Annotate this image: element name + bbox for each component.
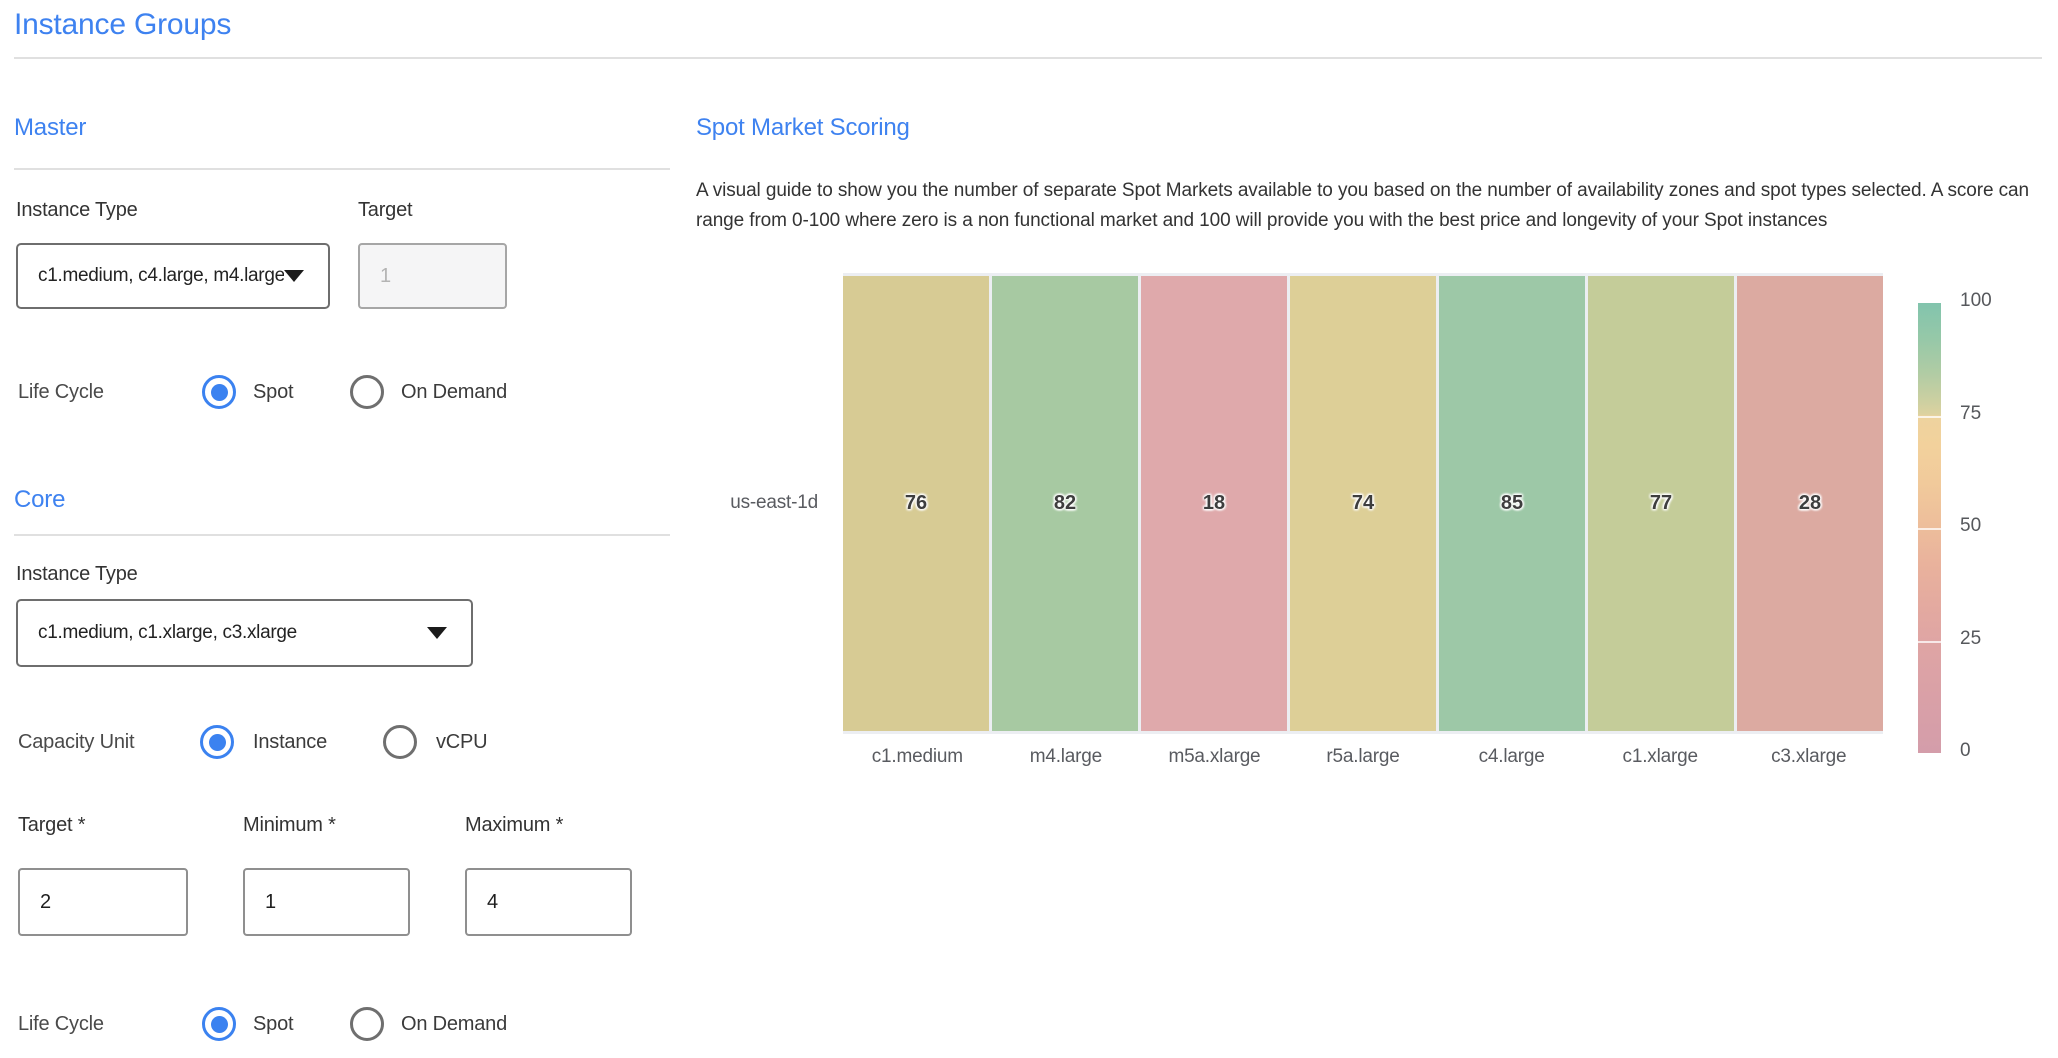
heatmap-x-label-r5a.large: r5a.large xyxy=(1289,746,1438,768)
master-life-cycle-label: Life Cycle xyxy=(18,381,104,404)
heatmap-cell-value: 18 xyxy=(1203,492,1225,515)
heatmap-cell-value: 85 xyxy=(1501,492,1523,515)
master-target-label: Target xyxy=(358,199,412,222)
master-instance-type-dropdown[interactable]: c1.medium, c4.large, m4.large, … xyxy=(16,243,330,309)
colorbar-ticks: 1007550250 xyxy=(1960,303,2020,753)
colorbar-separator xyxy=(1918,416,1941,418)
heatmap-cell-value: 74 xyxy=(1352,492,1374,515)
heatmap-cell-value: 76 xyxy=(905,492,927,515)
spot-market-scoring-description: A visual guide to show you the number of… xyxy=(696,176,2042,236)
master-divider xyxy=(14,168,670,170)
core-capacity-unit-label: Capacity Unit xyxy=(18,731,134,754)
heatmap-cell-value: 28 xyxy=(1799,492,1821,515)
heatmap-cell-r5a.large[interactable]: 74 xyxy=(1290,276,1436,731)
spot-market-heatmap: 76 82 18 74 85 77 28 xyxy=(843,273,1883,734)
radio-dot xyxy=(209,734,226,751)
title-divider xyxy=(14,57,2042,59)
core-maximum-label: Maximum * xyxy=(465,814,563,837)
heatmap-x-label-c1.xlarge: c1.xlarge xyxy=(1586,746,1735,768)
heatmap-row-label: us-east-1d xyxy=(690,492,818,514)
colorbar-tick-50: 50 xyxy=(1960,515,1981,537)
page-title: Instance Groups xyxy=(14,8,231,42)
instance-groups-page: Instance Groups Master Instance Type Tar… xyxy=(0,0,2058,1058)
core-capacity-unit-option-vcpu-label: vCPU xyxy=(436,731,487,754)
radio-dot xyxy=(211,384,228,401)
core-capacity-unit-radio-instance[interactable] xyxy=(200,725,234,759)
heatmap-x-label-c4.large: c4.large xyxy=(1437,746,1586,768)
radio-dot xyxy=(211,1016,228,1033)
heatmap-x-label-m5a.xlarge: m5a.xlarge xyxy=(1140,746,1289,768)
colorbar-tick-0: 0 xyxy=(1960,740,1971,762)
core-divider xyxy=(14,534,670,536)
core-instance-type-label: Instance Type xyxy=(16,563,138,586)
master-instance-type-label: Instance Type xyxy=(16,199,138,222)
colorbar-tick-25: 25 xyxy=(1960,628,1981,650)
core-target-label: Target * xyxy=(18,814,85,837)
master-target-input[interactable] xyxy=(358,243,507,309)
heatmap-cell-c1.xlarge[interactable]: 77 xyxy=(1588,276,1734,731)
master-life-cycle-option-spot-label: Spot xyxy=(253,381,293,404)
heatmap-x-label-m4.large: m4.large xyxy=(992,746,1141,768)
heatmap-x-label-c1.medium: c1.medium xyxy=(843,746,992,768)
colorbar-separator xyxy=(1918,528,1941,530)
heatmap-x-label-c3.xlarge: c3.xlarge xyxy=(1734,746,1883,768)
heatmap-cell-c4.large[interactable]: 85 xyxy=(1439,276,1585,731)
master-instance-type-value: c1.medium, c4.large, m4.large, … xyxy=(18,265,284,287)
heatmap-cell-m5a.xlarge[interactable]: 18 xyxy=(1141,276,1287,731)
core-capacity-unit-option-instance-label: Instance xyxy=(253,731,327,754)
core-life-cycle-radio-spot[interactable] xyxy=(202,1007,236,1041)
core-instance-type-dropdown[interactable]: c1.medium, c1.xlarge, c3.xlarge xyxy=(16,599,473,667)
heatmap-cell-value: 77 xyxy=(1650,492,1672,515)
core-minimum-label: Minimum * xyxy=(243,814,336,837)
core-life-cycle-radio-on-demand[interactable] xyxy=(350,1007,384,1041)
heatmap-cell-value: 82 xyxy=(1054,492,1076,515)
colorbar-separator xyxy=(1918,641,1941,643)
heatmap-row: 76 82 18 74 85 77 28 xyxy=(843,276,1883,731)
heatmap-x-labels: c1.mediumm4.largem5a.xlarger5a.largec4.l… xyxy=(843,746,1883,768)
core-minimum-input[interactable] xyxy=(243,868,410,936)
heatmap-colorbar xyxy=(1918,303,1941,753)
master-life-cycle-radio-on-demand[interactable] xyxy=(350,375,384,409)
heatmap-cell-c1.medium[interactable]: 76 xyxy=(843,276,989,731)
core-section-heading: Core xyxy=(14,486,65,514)
core-capacity-unit-radio-vcpu[interactable] xyxy=(383,725,417,759)
spot-market-scoring-heading: Spot Market Scoring xyxy=(696,114,910,142)
master-life-cycle-option-on-demand-label: On Demand xyxy=(401,381,507,404)
core-target-input[interactable] xyxy=(18,868,188,936)
core-maximum-input[interactable] xyxy=(465,868,632,936)
chevron-down-icon xyxy=(427,627,447,639)
master-life-cycle-radio-spot[interactable] xyxy=(202,375,236,409)
chevron-down-icon xyxy=(284,270,304,282)
colorbar-tick-75: 75 xyxy=(1960,403,1981,425)
core-instance-type-value: c1.medium, c1.xlarge, c3.xlarge xyxy=(18,622,427,644)
master-section-heading: Master xyxy=(14,114,86,142)
core-life-cycle-option-on-demand-label: On Demand xyxy=(401,1013,507,1036)
core-life-cycle-label: Life Cycle xyxy=(18,1013,104,1036)
core-life-cycle-option-spot-label: Spot xyxy=(253,1013,293,1036)
colorbar-tick-100: 100 xyxy=(1960,290,1992,312)
heatmap-cell-c3.xlarge[interactable]: 28 xyxy=(1737,276,1883,731)
heatmap-cell-m4.large[interactable]: 82 xyxy=(992,276,1138,731)
